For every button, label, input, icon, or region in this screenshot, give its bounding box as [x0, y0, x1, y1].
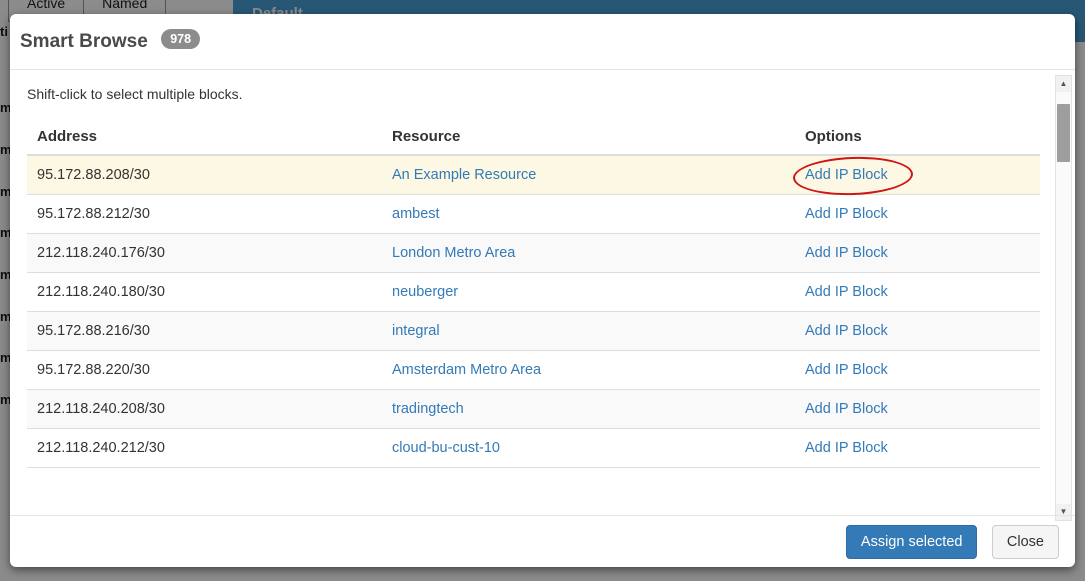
- address-cell[interactable]: 95.172.88.216/30: [27, 312, 382, 351]
- scrollbar-up-arrow-icon[interactable]: ▲: [1056, 76, 1071, 92]
- address-cell[interactable]: 212.118.240.212/30: [27, 429, 382, 468]
- add-ip-block-link[interactable]: Add IP Block: [805, 167, 888, 183]
- column-header-options: Options: [795, 119, 1040, 155]
- resource-link[interactable]: neuberger: [392, 284, 458, 300]
- modal-footer: Assign selected Close: [10, 515, 1075, 567]
- instruction-text: Shift-click to select multiple blocks.: [27, 86, 1030, 102]
- resource-link[interactable]: cloud-bu-cust-10: [392, 440, 500, 456]
- resource-link[interactable]: ambest: [392, 206, 440, 222]
- block-count-badge: 978: [161, 29, 200, 49]
- table-row[interactable]: 95.172.88.212/30 ambest Add IP Block: [27, 195, 1040, 234]
- resource-link[interactable]: integral: [392, 323, 440, 339]
- table-row[interactable]: 212.118.240.208/30 tradingtech Add IP Bl…: [27, 390, 1040, 429]
- modal-body: Shift-click to select multiple blocks. A…: [10, 70, 1075, 468]
- add-ip-block-link[interactable]: Add IP Block: [805, 284, 888, 300]
- resource-link[interactable]: Amsterdam Metro Area: [392, 362, 541, 378]
- table-row[interactable]: 212.118.240.176/30 London Metro Area Add…: [27, 234, 1040, 273]
- address-cell[interactable]: 95.172.88.220/30: [27, 351, 382, 390]
- add-ip-block-link[interactable]: Add IP Block: [805, 323, 888, 339]
- modal-title: Smart Browse: [20, 31, 148, 52]
- resource-link[interactable]: London Metro Area: [392, 245, 515, 261]
- table-row[interactable]: 95.172.88.216/30 integral Add IP Block: [27, 312, 1040, 351]
- resource-link[interactable]: tradingtech: [392, 401, 464, 417]
- column-header-address: Address: [27, 119, 382, 155]
- address-cell[interactable]: 212.118.240.176/30: [27, 234, 382, 273]
- add-ip-block-link[interactable]: Add IP Block: [805, 206, 888, 222]
- modal-header: Smart Browse 978: [10, 14, 1075, 70]
- table-header-row: Address Resource Options: [27, 119, 1040, 155]
- address-cell[interactable]: 95.172.88.208/30: [27, 155, 382, 195]
- table-row[interactable]: 95.172.88.208/30 An Example Resource Add…: [27, 155, 1040, 195]
- close-button[interactable]: Close: [992, 525, 1059, 559]
- address-cell[interactable]: 212.118.240.208/30: [27, 390, 382, 429]
- table-row[interactable]: 212.118.240.212/30 cloud-bu-cust-10 Add …: [27, 429, 1040, 468]
- smart-browse-modal: Smart Browse 978 Shift-click to select m…: [10, 14, 1075, 567]
- assign-selected-button[interactable]: Assign selected: [846, 525, 978, 559]
- blocks-table: Address Resource Options 95.172.88.208/3…: [27, 119, 1040, 468]
- add-ip-block-link[interactable]: Add IP Block: [805, 440, 888, 456]
- resource-link[interactable]: An Example Resource: [392, 167, 536, 183]
- add-ip-block-link[interactable]: Add IP Block: [805, 401, 888, 417]
- scrollbar-thumb[interactable]: [1057, 104, 1070, 162]
- column-header-resource: Resource: [382, 119, 795, 155]
- table-row[interactable]: 95.172.88.220/30 Amsterdam Metro Area Ad…: [27, 351, 1040, 390]
- add-ip-block-link[interactable]: Add IP Block: [805, 362, 888, 378]
- scrollbar-track[interactable]: [1056, 92, 1071, 504]
- modal-scrollbar[interactable]: ▲ ▼: [1055, 75, 1072, 521]
- address-cell[interactable]: 95.172.88.212/30: [27, 195, 382, 234]
- address-cell[interactable]: 212.118.240.180/30: [27, 273, 382, 312]
- add-ip-block-link[interactable]: Add IP Block: [805, 245, 888, 261]
- table-row[interactable]: 212.118.240.180/30 neuberger Add IP Bloc…: [27, 273, 1040, 312]
